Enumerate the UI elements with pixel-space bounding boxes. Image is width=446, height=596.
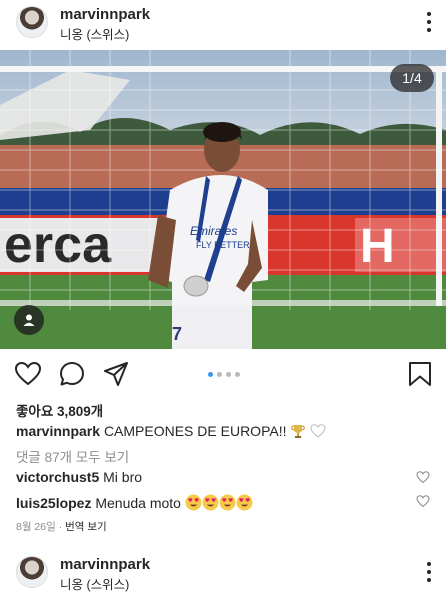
post-date-text: 8월 26일 bbox=[16, 521, 56, 533]
carousel-dot-active bbox=[208, 372, 213, 377]
save-icon[interactable] bbox=[406, 360, 434, 388]
heart-icon[interactable] bbox=[14, 360, 42, 388]
carousel-indicator bbox=[208, 372, 240, 377]
comment-text: Mi bro bbox=[103, 469, 143, 485]
svg-text:Emirates: Emirates bbox=[190, 224, 237, 238]
more-options-icon[interactable] bbox=[426, 562, 432, 582]
view-all-comments-link[interactable]: 댓글 87개 모두 보기 bbox=[16, 446, 129, 466]
comment-text: Menuda moto bbox=[95, 495, 181, 511]
caption-username[interactable]: marvinnpark bbox=[16, 423, 100, 439]
heart-eyes-emoji-icon bbox=[202, 494, 219, 511]
post-caption: marvinnpark CAMPEONES DE EUROPA!! bbox=[16, 423, 326, 439]
comment-row: luis25lopez Menuda moto bbox=[16, 494, 253, 511]
comment-icon[interactable] bbox=[58, 360, 86, 388]
comment-like-heart-icon[interactable] bbox=[416, 494, 430, 508]
post-photo-image: erca H 7 Emirates FLY BETTER bbox=[0, 50, 446, 349]
post-header: marvinnpark 니옹 (스위스) bbox=[0, 0, 446, 46]
comment-username[interactable]: victorchust5 bbox=[16, 469, 99, 485]
svg-text:H: H bbox=[360, 220, 395, 273]
heart-eyes-emoji-icon bbox=[219, 494, 236, 511]
user-tag-icon[interactable] bbox=[14, 305, 44, 335]
caption-text: CAMPEONES DE EUROPA!! bbox=[103, 423, 287, 439]
carousel-dot bbox=[235, 372, 240, 377]
carousel-dot bbox=[226, 372, 231, 377]
post-photo[interactable]: erca H 7 Emirates FLY BETTER 1/4 bbox=[0, 50, 446, 349]
post-location[interactable]: 니옹 (스위스) bbox=[60, 24, 129, 43]
carousel-counter: 1/4 bbox=[390, 64, 434, 92]
svg-text:FLY BETTER: FLY BETTER bbox=[196, 240, 250, 250]
share-icon[interactable] bbox=[102, 360, 130, 388]
avatar[interactable] bbox=[16, 6, 48, 38]
avatar[interactable] bbox=[16, 556, 48, 588]
see-translation-link[interactable]: 번역 보기 bbox=[65, 521, 107, 533]
svg-text:7: 7 bbox=[172, 324, 182, 344]
comment-username[interactable]: luis25lopez bbox=[16, 495, 91, 511]
svg-text:erca: erca bbox=[4, 216, 112, 274]
white-heart-icon bbox=[310, 424, 326, 438]
heart-eyes-emoji-icon bbox=[236, 494, 253, 511]
post-username[interactable]: marvinnpark bbox=[60, 556, 150, 573]
heart-eyes-emoji-group bbox=[185, 494, 253, 511]
comment-row: victorchust5 Mi bro bbox=[16, 469, 142, 485]
post-date: 8월 26일 · 번역 보기 bbox=[16, 521, 107, 533]
trophy-icon bbox=[291, 425, 306, 438]
post-username[interactable]: marvinnpark bbox=[60, 6, 150, 23]
post-location[interactable]: 니옹 (스위스) bbox=[60, 574, 129, 593]
more-options-icon[interactable] bbox=[426, 12, 432, 32]
comment-like-heart-icon[interactable] bbox=[416, 470, 430, 484]
like-count[interactable]: 좋아요 3,809개 bbox=[16, 400, 103, 420]
heart-eyes-emoji-icon bbox=[185, 494, 202, 511]
next-post-header: marvinnpark 니옹 (스위스) bbox=[0, 550, 446, 596]
carousel-dot bbox=[217, 372, 222, 377]
